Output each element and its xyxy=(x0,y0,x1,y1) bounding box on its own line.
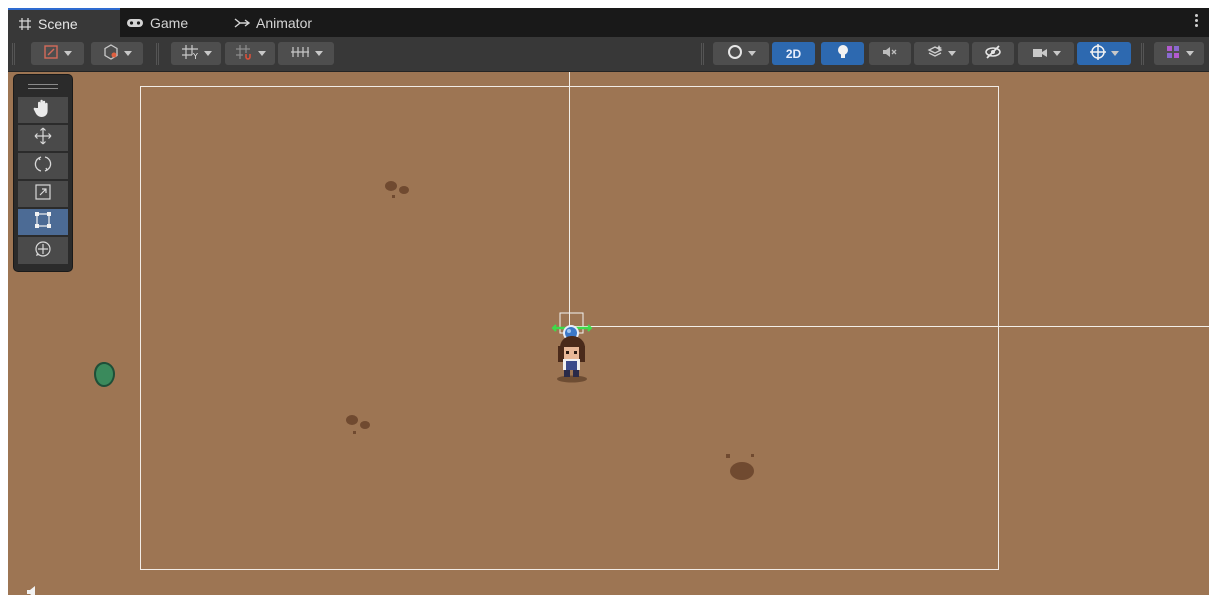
scene-visibility-button[interactable] xyxy=(972,42,1014,65)
shaded-sphere-icon xyxy=(727,44,743,64)
dirt-patch-sprite[interactable] xyxy=(382,178,414,200)
grid-snap-icon: Y xyxy=(181,44,199,64)
grid-visibility-button[interactable]: Y xyxy=(171,42,221,65)
toggle-2d-label: 2D xyxy=(785,46,802,61)
tool-palette xyxy=(14,75,72,271)
overlay-grid-icon xyxy=(1165,44,1181,64)
chevron-down-icon xyxy=(257,51,266,56)
palette-drag-handle[interactable] xyxy=(28,84,58,90)
draw-mode-button[interactable] xyxy=(31,42,84,65)
chevron-down-icon xyxy=(948,51,956,56)
speaker-mute-icon xyxy=(882,44,898,63)
dirt-patch-sprite[interactable] xyxy=(343,412,375,436)
more-options-icon[interactable] xyxy=(1195,14,1199,30)
camera-settings-button[interactable] xyxy=(1018,42,1074,65)
effects-button[interactable] xyxy=(914,42,969,65)
rect-tool-button[interactable] xyxy=(18,209,68,236)
toggle-2d-button[interactable]: 2D xyxy=(772,42,815,65)
scale-tool-button[interactable] xyxy=(18,181,68,208)
gamepad-icon xyxy=(126,17,144,29)
grid-snapping-button[interactable] xyxy=(225,42,275,65)
selection-axis-horizontal xyxy=(569,326,1209,327)
effects-layers-icon xyxy=(927,44,943,64)
animator-icon xyxy=(234,17,250,29)
grid-icon xyxy=(18,17,32,31)
scene-window: Scene Game Animator Y 2D xyxy=(8,8,1209,595)
transform-icon xyxy=(33,239,53,263)
bush-sprite[interactable] xyxy=(92,360,118,390)
move-tool-button[interactable] xyxy=(18,125,68,152)
gizmo-crosshair-icon xyxy=(1089,43,1106,64)
move-icon xyxy=(33,126,53,150)
draw-mode-icon xyxy=(43,44,59,64)
player-character-sprite[interactable] xyxy=(550,312,594,384)
shading-mode-button[interactable] xyxy=(713,42,769,65)
increment-snap-icon xyxy=(290,44,310,63)
eye-hidden-icon xyxy=(984,44,1002,63)
tab-scene[interactable]: Scene xyxy=(8,8,120,37)
tab-scene-label: Scene xyxy=(38,15,78,32)
toolbar-separator xyxy=(1141,43,1144,65)
gizmo-pivot-button[interactable] xyxy=(91,42,143,65)
tab-animator-label: Animator xyxy=(256,14,313,31)
snap-magnet-icon xyxy=(235,44,253,64)
audio-preview-icon xyxy=(26,583,38,595)
toolbar-separator xyxy=(701,43,704,65)
tab-bar: Scene Game Animator xyxy=(8,8,1209,37)
lightbulb-icon xyxy=(836,44,850,64)
rotate-icon xyxy=(33,154,53,178)
tab-game[interactable]: Game xyxy=(126,8,226,37)
selection-axis-vertical xyxy=(569,72,570,326)
hand-tool-button[interactable] xyxy=(18,97,68,124)
lighting-toggle-button[interactable] xyxy=(821,42,864,65)
scale-icon xyxy=(33,182,53,206)
chevron-down-icon xyxy=(1052,51,1061,56)
chevron-down-icon xyxy=(1110,51,1119,56)
gizmos-button[interactable] xyxy=(1077,42,1131,65)
chevron-down-icon xyxy=(123,51,132,56)
svg-text:Y: Y xyxy=(192,52,198,60)
tab-animator[interactable]: Animator xyxy=(234,8,346,37)
hand-icon xyxy=(33,98,53,122)
toolbar-separator xyxy=(156,43,159,65)
increment-snap-button[interactable] xyxy=(278,42,334,65)
tab-game-label: Game xyxy=(150,14,189,31)
chevron-down-icon xyxy=(203,51,212,56)
dirt-patch-sprite[interactable] xyxy=(724,451,760,483)
scene-toolbar: Y 2D xyxy=(8,37,1209,72)
rotate-tool-button[interactable] xyxy=(18,153,68,180)
chevron-down-icon xyxy=(64,51,72,56)
chevron-down-icon xyxy=(314,51,323,56)
rect-icon xyxy=(33,210,53,234)
chevron-down-icon xyxy=(747,51,756,56)
chevron-down-icon xyxy=(1185,51,1194,56)
camera-icon xyxy=(1032,44,1048,63)
toolbar-separator xyxy=(12,43,15,65)
scene-viewport[interactable] xyxy=(8,72,1209,595)
audio-toggle-button[interactable] xyxy=(869,42,911,65)
cube-icon xyxy=(103,43,119,64)
overlays-button[interactable] xyxy=(1154,42,1204,65)
transform-tool-button[interactable] xyxy=(18,237,68,264)
